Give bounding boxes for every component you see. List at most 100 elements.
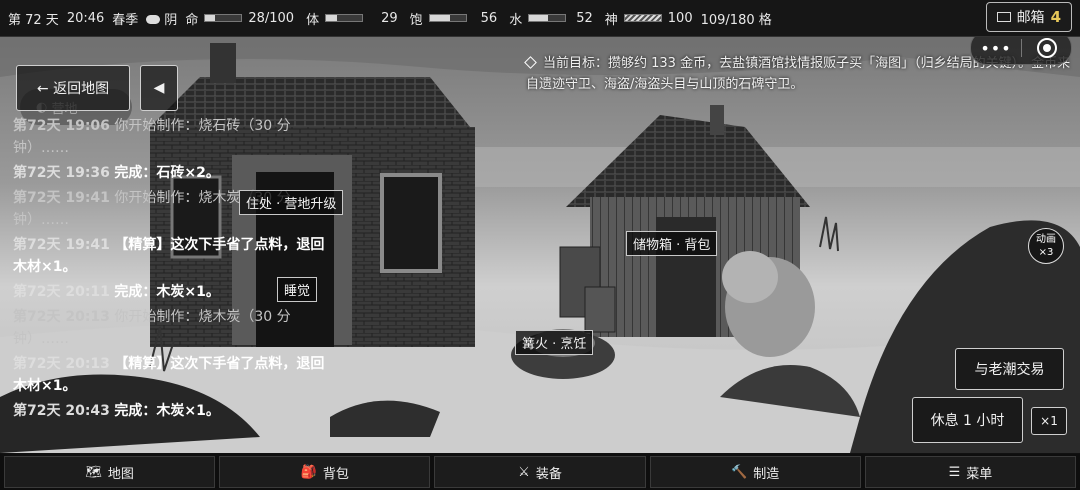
miniprogram-capsule[interactable]: •••	[970, 37, 1072, 65]
log-timestamp: 第72天 19:41	[13, 237, 110, 253]
log-timestamp: 第72天 20:13	[13, 309, 110, 325]
stat-full: 饱 56	[410, 9, 498, 28]
full-label: 饱	[409, 12, 423, 28]
log-entry: 第72天 20:13 【精算】这次下手省了点料，退回 木材×1。	[13, 353, 335, 397]
log-entry: 第72天 19:41 【精算】这次下手省了点料，退回 木材×1。	[13, 234, 335, 278]
more-icon[interactable]: •••	[971, 39, 1021, 58]
storage-hotspot[interactable]: 储物箱 · 背包	[626, 231, 718, 256]
stat-water: 水 52	[509, 9, 593, 28]
stat-body: 体 29	[306, 9, 398, 28]
nav-swords-button[interactable]: ⚔ 装备	[434, 456, 646, 488]
hammer-icon: 🔨	[731, 464, 748, 480]
nav-label: 背包	[322, 466, 349, 482]
time-label: 20:46	[66, 10, 105, 26]
back-to-map-button[interactable]: ← 返回地图	[16, 65, 130, 111]
weather: 阴	[146, 9, 177, 28]
sleep-label: 睡觉	[284, 284, 311, 299]
log-text: 完成：石砖×2。	[114, 165, 220, 181]
life-bar-fill	[205, 15, 216, 21]
stat-spirit: 神 100	[605, 9, 693, 28]
life-value: 28/100	[248, 10, 295, 26]
day-counter: 第 72 天	[8, 9, 59, 28]
back-to-map-label: ← 返回地图	[36, 81, 110, 97]
nav-label: 装备	[535, 466, 562, 482]
cloud-icon	[146, 14, 161, 24]
log-text: 完成：木炭×1。	[114, 284, 220, 300]
nav-label: 地图	[107, 466, 134, 482]
log-timestamp: 第72天 19:36	[13, 165, 110, 181]
log-entry: 第72天 20:43 完成：木炭×1。	[13, 400, 335, 422]
rest-mult-label: ×1	[1040, 414, 1058, 428]
log-timestamp: 第72天 19:41	[13, 190, 110, 206]
spirit-value: 100	[667, 10, 693, 26]
spirit-label: 神	[604, 12, 618, 28]
nav-menu-button[interactable]: ☰ 菜单	[864, 456, 1077, 488]
residence-hotspot[interactable]: 住处 · 营地升级	[239, 190, 344, 215]
log-entry: 第72天 20:13 你开始制作：烧木炭（30 分钟）……	[13, 306, 335, 350]
log-entry: 第72天 19:36 完成：石砖×2。	[13, 162, 335, 184]
inventory-capacity: 109/180 格	[701, 9, 772, 28]
weather-label: 阴	[164, 12, 178, 28]
log-timestamp: 第72天 19:06	[13, 118, 110, 134]
full-bar	[428, 14, 467, 22]
mailbox-count: 4	[1050, 8, 1061, 26]
log-timestamp: 第72天 20:43	[13, 403, 110, 419]
camp-scene: ◐ 营地 ← 返回地图 ◀ 当前目标：攒够约 133 金币，去盐镇酒馆找情报贩子…	[0, 37, 1080, 453]
campfire-label: 篝火 · 烹饪	[522, 337, 587, 352]
life-bar	[204, 14, 243, 22]
envelope-icon	[996, 12, 1011, 22]
log-timestamp: 第72天 20:11	[13, 284, 110, 300]
anim-label: 动画	[1036, 234, 1056, 245]
season: 春季	[112, 9, 138, 28]
water-bar-fill	[529, 15, 548, 21]
arrow-left-icon: ◀	[153, 80, 165, 96]
rest-button[interactable]: 休息 1 小时	[912, 397, 1023, 443]
capacity-label: 109/180 格	[700, 12, 772, 28]
mailbox-label: 邮箱	[1016, 10, 1045, 26]
body-label: 体	[306, 12, 320, 28]
close-miniprogram-button[interactable]	[1022, 38, 1071, 58]
season-label: 春季	[112, 12, 139, 28]
diamond-icon	[524, 56, 537, 69]
water-value: 52	[576, 10, 593, 26]
collapse-log-button[interactable]: ◀	[140, 65, 178, 111]
bottom-nav: 🗺 地图 🎒 背包 ⚔ 装备 🔨 制造 ☰ 菜单	[0, 454, 1080, 490]
nav-backpack-button[interactable]: 🎒 背包	[219, 456, 431, 488]
rest-multiplier-button[interactable]: ×1	[1031, 407, 1067, 435]
full-bar-fill	[429, 15, 450, 21]
status-bar: 第 72 天 20:46 春季 阴 命 28/100 体 29 饱 56 水 5…	[0, 0, 1080, 37]
body-value: 29	[381, 10, 398, 26]
target-icon	[1036, 38, 1057, 58]
event-log: 第72天 19:06 你开始制作：烧石砖（30 分钟）…… 第72天 19:36 …	[13, 115, 335, 425]
sleep-hotspot[interactable]: 睡觉	[277, 277, 318, 302]
rest-label: 休息 1 小时	[930, 413, 1005, 429]
storage-label: 储物箱 · 背包	[633, 238, 711, 253]
swords-icon: ⚔	[518, 464, 530, 480]
full-value: 56	[480, 10, 498, 26]
log-timestamp: 第72天 20:13	[13, 356, 110, 372]
spirit-bar	[623, 14, 662, 22]
body-bar	[325, 14, 364, 22]
water-bar	[528, 14, 567, 22]
clock: 20:46	[67, 11, 104, 26]
campfire-hotspot[interactable]: 篝火 · 烹饪	[515, 330, 594, 355]
trade-label: 与老潮交易	[974, 362, 1045, 378]
water-label: 水	[509, 12, 523, 28]
nav-label: 制造	[753, 466, 780, 482]
log-entry: 第72天 19:06 你开始制作：烧石砖（30 分钟）……	[13, 115, 335, 159]
nav-map-button[interactable]: 🗺 地图	[4, 456, 216, 488]
life-label: 命	[185, 12, 199, 28]
spirit-bar-fill	[624, 15, 661, 21]
nav-label: 菜单	[966, 466, 993, 482]
log-text: 完成：木炭×1。	[114, 403, 220, 419]
stat-life: 命 28/100	[185, 9, 294, 28]
anim-mult: ×3	[1038, 247, 1054, 258]
trade-button[interactable]: 与老潮交易	[955, 348, 1064, 390]
map-icon: 🗺	[85, 464, 102, 480]
residence-label: 住处 · 营地升级	[246, 197, 337, 212]
backpack-icon: 🎒	[300, 464, 317, 480]
mailbox-button[interactable]: 邮箱 4	[985, 2, 1072, 32]
menu-icon: ☰	[948, 464, 961, 480]
animation-speed-button[interactable]: 动画 ×3	[1028, 228, 1064, 264]
nav-hammer-button[interactable]: 🔨 制造	[649, 456, 861, 488]
